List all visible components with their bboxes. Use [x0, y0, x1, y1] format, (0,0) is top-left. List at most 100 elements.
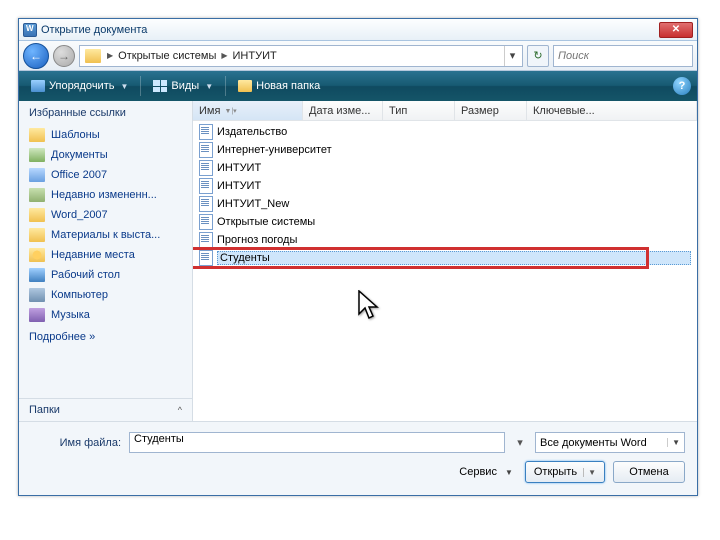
- sort-indicator-icon: ▼|▾: [224, 107, 236, 115]
- arrow-left-icon: ←: [30, 49, 42, 63]
- breadcrumb-dropdown[interactable]: ▾: [504, 46, 520, 66]
- col-date[interactable]: Дата изме...: [303, 101, 383, 120]
- refresh-button[interactable]: ↻: [527, 45, 549, 67]
- back-button[interactable]: ←: [23, 43, 49, 69]
- recent-icon: [29, 188, 45, 202]
- new-folder-label: Новая папка: [256, 80, 320, 92]
- open-button[interactable]: Открыть ▼: [525, 461, 605, 483]
- cancel-label: Отмена: [629, 466, 668, 478]
- chevron-down-icon: ▼: [667, 438, 680, 447]
- views-label: Виды: [171, 80, 199, 92]
- column-headers: Имя▼|▾ Дата изме... Тип Размер Ключевые.…: [193, 101, 697, 121]
- chevron-right-icon: ▶: [221, 51, 227, 60]
- separator: [225, 76, 226, 96]
- sidebar-item[interactable]: Компьютер: [19, 285, 192, 305]
- sidebar-item-label: Рабочий стол: [51, 269, 120, 281]
- file-name: Интернет-университет: [217, 144, 332, 156]
- document-icon: [199, 250, 213, 266]
- col-type[interactable]: Тип: [383, 101, 455, 120]
- breadcrumb-item[interactable]: ИНТУИТ: [231, 50, 279, 62]
- tools-label: Сервис: [459, 466, 497, 478]
- folder-icon: [29, 228, 45, 242]
- search-box[interactable]: [553, 45, 693, 67]
- filter-label: Все документы Word: [540, 437, 663, 449]
- folder-icon: [29, 208, 45, 222]
- file-row[interactable]: Студенты: [193, 249, 697, 267]
- open-label: Открыть: [534, 466, 577, 478]
- folder-icon: [85, 49, 101, 63]
- tools-button[interactable]: Сервис ▼: [455, 462, 517, 483]
- breadcrumb-item[interactable]: Открытые системы: [116, 50, 218, 62]
- document-icon: [199, 124, 213, 140]
- new-folder-button[interactable]: Новая папка: [232, 74, 326, 98]
- file-row[interactable]: Интернет-университет: [193, 141, 697, 159]
- sidebar-item[interactable]: Шаблоны: [19, 125, 192, 145]
- sidebar-item[interactable]: Музыка: [19, 305, 192, 325]
- filename-combo[interactable]: [129, 432, 505, 453]
- sidebar-list: Шаблоны Документы Office 2007Недавно измен…: [19, 123, 192, 327]
- sidebar-item-label: Документы: [51, 149, 108, 161]
- sidebar-item[interactable]: Документы: [19, 145, 192, 165]
- views-icon: [153, 80, 167, 92]
- sidebar-item[interactable]: Недавно измененн...: [19, 185, 192, 205]
- file-pane: Имя▼|▾ Дата изме... Тип Размер Ключевые.…: [193, 101, 697, 421]
- sidebar-item-label: Недавние места: [51, 249, 135, 261]
- forward-button[interactable]: →: [53, 45, 75, 67]
- organize-button[interactable]: Упорядочить ▼: [25, 74, 134, 98]
- folder-icon: [29, 128, 45, 142]
- filter-combo[interactable]: Все документы Word ▼: [535, 432, 685, 453]
- filename-input[interactable]: [134, 433, 500, 445]
- document-icon: [199, 160, 213, 176]
- titlebar: Открытие документа ✕: [19, 19, 697, 41]
- col-name[interactable]: Имя▼|▾: [193, 101, 303, 120]
- docs-icon: [29, 148, 45, 162]
- document-icon: [199, 178, 213, 194]
- file-name: ИНТУИТ: [217, 162, 261, 174]
- computer-icon: [29, 288, 45, 302]
- star-icon: [29, 248, 45, 262]
- file-row[interactable]: ИНТУИТ: [193, 177, 697, 195]
- sidebar-item[interactable]: Word_2007: [19, 205, 192, 225]
- sidebar-item-label: Материалы к выста...: [51, 229, 160, 241]
- chevron-right-icon: ▶: [107, 51, 113, 60]
- separator: [140, 76, 141, 96]
- sidebar-item[interactable]: Рабочий стол: [19, 265, 192, 285]
- help-button[interactable]: ?: [673, 77, 691, 95]
- sidebar-item[interactable]: Материалы к выста...: [19, 225, 192, 245]
- chevron-up-icon: ^: [178, 405, 182, 415]
- file-row[interactable]: ИНТУИТ_New: [193, 195, 697, 213]
- sidebar-item-label: Word_2007: [51, 209, 108, 221]
- open-dialog: Открытие документа ✕ ← → ▶ Открытые сист…: [18, 18, 698, 496]
- file-row[interactable]: Открытые системы: [193, 213, 697, 231]
- col-keywords[interactable]: Ключевые...: [527, 101, 697, 120]
- folders-label: Папки: [29, 404, 60, 416]
- document-icon: [199, 196, 213, 212]
- toolbar: Упорядочить ▼ Виды ▼ Новая папка ?: [19, 71, 697, 101]
- sidebar-item[interactable]: Office 2007: [19, 165, 192, 185]
- cancel-button[interactable]: Отмена: [613, 461, 685, 483]
- folders-toggle[interactable]: Папки ^: [19, 398, 192, 421]
- desktop-icon: [29, 268, 45, 282]
- dialog-body: Избранные ссылки ШаблоныДокументыOffice …: [19, 101, 697, 421]
- organize-label: Упорядочить: [49, 80, 114, 92]
- views-button[interactable]: Виды ▼: [147, 74, 219, 98]
- word-icon: [23, 23, 37, 37]
- col-size[interactable]: Размер: [455, 101, 527, 120]
- filename-dropdown[interactable]: ▾: [513, 436, 527, 449]
- file-row[interactable]: Издательство: [193, 123, 697, 141]
- file-row[interactable]: ИНТУИТ: [193, 159, 697, 177]
- search-input[interactable]: [558, 50, 688, 62]
- folder-blue-icon: [29, 168, 45, 182]
- dialog-footer: Имя файла: ▾ Все документы Word ▼ Сервис…: [19, 421, 697, 495]
- chevron-down-icon: ▼: [120, 82, 128, 91]
- close-button[interactable]: ✕: [659, 22, 693, 38]
- music-icon: [29, 308, 45, 322]
- file-row[interactable]: Прогноз погоды: [193, 231, 697, 249]
- sidebar-item[interactable]: Недавние места: [19, 245, 192, 265]
- file-name: Прогноз погоды: [217, 234, 297, 246]
- breadcrumb[interactable]: ▶ Открытые системы ▶ ИНТУИТ ▾: [79, 45, 523, 67]
- sidebar-item-label: Компьютер: [51, 289, 108, 301]
- file-name: ИНТУИТ_New: [217, 198, 289, 210]
- organize-icon: [31, 80, 45, 92]
- sidebar-more[interactable]: Подробнее »: [19, 327, 192, 347]
